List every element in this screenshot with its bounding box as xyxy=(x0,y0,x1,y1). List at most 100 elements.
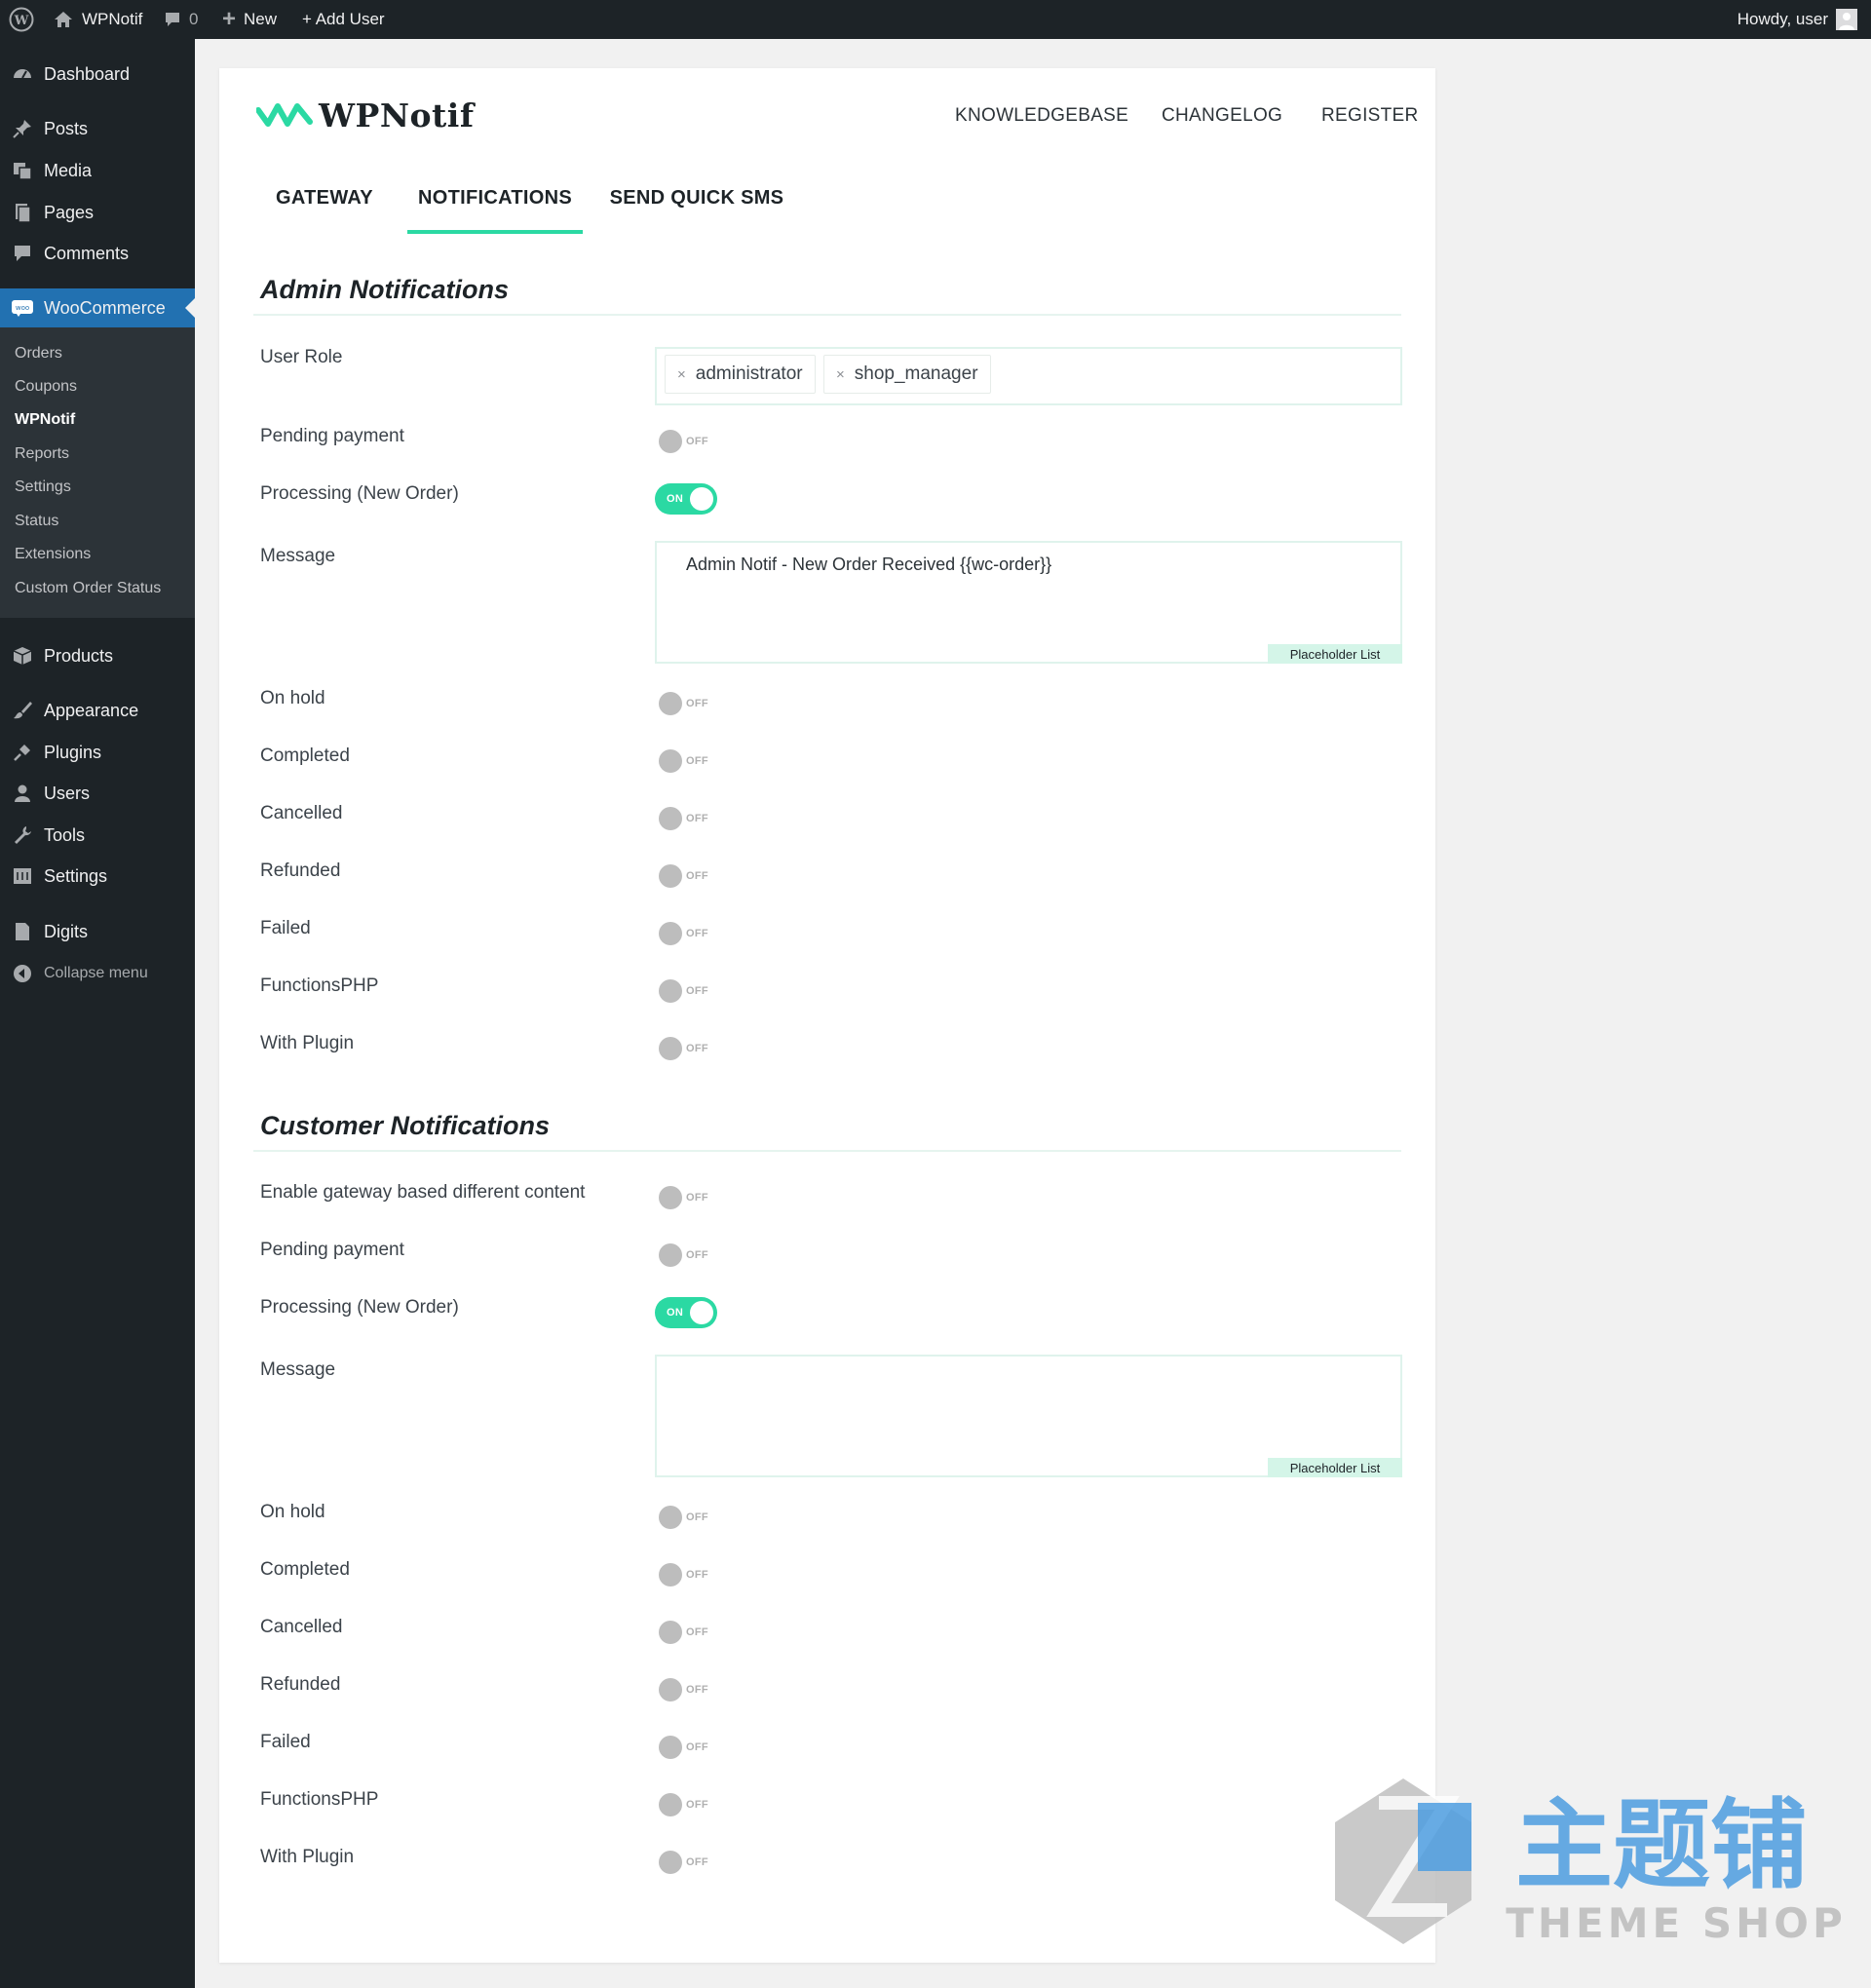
menu-plugins[interactable]: Plugins xyxy=(0,733,195,772)
site-name-link[interactable]: WPNotif xyxy=(53,0,142,39)
collapse-icon xyxy=(11,962,34,985)
admin-processing-label: Processing (New Order) xyxy=(260,483,459,504)
tab-gateway[interactable]: GATEWAY xyxy=(271,187,378,234)
submenu-status[interactable]: Status xyxy=(15,513,58,530)
my-account-link[interactable]: Howdy, user xyxy=(1737,0,1857,39)
theme-shop-watermark: 主题铺 THEME SHOP xyxy=(1325,1764,1843,1959)
submenu-extensions[interactable]: Extensions xyxy=(15,546,91,563)
remove-role-icon[interactable]: × xyxy=(677,366,686,383)
customer-gateway-content-toggle[interactable]: OFF xyxy=(655,1182,719,1213)
toggle-state: OFF xyxy=(686,1741,708,1753)
customer-processing-label: Processing (New Order) xyxy=(260,1297,459,1318)
comments-link[interactable]: 0 xyxy=(164,0,198,39)
toggle-knob xyxy=(659,979,682,1003)
customer-failed-toggle[interactable]: OFF xyxy=(655,1732,719,1763)
submenu-custom-order-status[interactable]: Custom Order Status xyxy=(15,580,161,597)
menu-comments[interactable]: Comments xyxy=(0,234,195,273)
menu-users[interactable]: Users xyxy=(0,774,195,813)
watermark-cn-text: 主题铺 xyxy=(1515,1788,1808,1902)
customer-pending-payment-label: Pending payment xyxy=(260,1240,404,1260)
customer-refunded-toggle[interactable]: OFF xyxy=(655,1674,719,1705)
placeholder-list-button[interactable]: Placeholder List xyxy=(1268,1458,1402,1477)
wordpress-logo-icon[interactable]: W xyxy=(8,0,35,39)
svg-text:woo: woo xyxy=(16,304,29,312)
customer-functionsphp-label: FunctionsPHP xyxy=(260,1789,379,1810)
menu-products[interactable]: Products xyxy=(0,636,195,675)
admin-menu: Dashboard Posts Media Pages Comments woo… xyxy=(0,39,195,1988)
plug-icon xyxy=(11,741,34,764)
submenu-reports[interactable]: Reports xyxy=(15,445,69,463)
placeholder-list-button[interactable]: Placeholder List xyxy=(1268,644,1402,664)
comments-count: 0 xyxy=(189,10,199,28)
admin-refunded-toggle[interactable]: OFF xyxy=(655,860,719,892)
customer-functionsphp-toggle[interactable]: OFF xyxy=(655,1789,719,1820)
toggle-state: OFF xyxy=(686,698,708,709)
toggle-knob xyxy=(690,487,713,511)
customer-failed-label: Failed xyxy=(260,1732,311,1752)
settings-icon xyxy=(11,864,34,888)
admin-failed-label: Failed xyxy=(260,918,311,938)
menu-settings[interactable]: Settings xyxy=(0,857,195,896)
pages-icon xyxy=(11,201,34,224)
admin-failed-toggle[interactable]: OFF xyxy=(655,918,719,949)
menu-digits[interactable]: Digits xyxy=(0,912,195,951)
toggle-knob xyxy=(659,1563,682,1587)
remove-role-icon[interactable]: × xyxy=(836,366,845,383)
admin-pending-payment-toggle[interactable]: OFF xyxy=(655,426,719,457)
knowledgebase-link[interactable]: KNOWLEDGEBASE xyxy=(955,105,1128,127)
admin-bar: W WPNotif 0 + New + Add User Howdy, user xyxy=(0,0,1871,39)
admin-processing-toggle[interactable]: ON xyxy=(655,483,717,515)
menu-tools[interactable]: Tools xyxy=(0,816,195,855)
admin-cancelled-toggle[interactable]: OFF xyxy=(655,803,719,834)
menu-posts[interactable]: Posts xyxy=(0,109,195,148)
changelog-link[interactable]: CHANGELOG xyxy=(1162,105,1282,127)
customer-on-hold-label: On hold xyxy=(260,1502,325,1522)
toggle-state: OFF xyxy=(686,1684,708,1696)
collapse-menu-button[interactable]: Collapse menu xyxy=(0,954,195,993)
admin-pending-payment-label: Pending payment xyxy=(260,426,404,446)
admin-cancelled-label: Cancelled xyxy=(260,803,343,823)
menu-appearance[interactable]: Appearance xyxy=(0,691,195,730)
admin-completed-toggle[interactable]: OFF xyxy=(655,746,719,777)
toggle-knob xyxy=(659,692,682,715)
role-tag-shop-manager: × shop_manager xyxy=(823,355,991,394)
admin-with-plugin-toggle[interactable]: OFF xyxy=(655,1033,719,1064)
submenu-orders[interactable]: Orders xyxy=(15,345,62,363)
new-content-link[interactable]: + New xyxy=(222,0,277,39)
menu-pages[interactable]: Pages xyxy=(0,193,195,232)
customer-pending-payment-toggle[interactable]: OFF xyxy=(655,1240,719,1271)
admin-message-value: Admin Notif - New Order Received {{wc-or… xyxy=(686,554,1052,574)
customer-on-hold-toggle[interactable]: OFF xyxy=(655,1502,719,1533)
customer-gateway-content-label: Enable gateway based different content xyxy=(260,1182,586,1203)
toggle-knob xyxy=(659,1243,682,1267)
menu-dashboard[interactable]: Dashboard xyxy=(0,55,195,94)
customer-cancelled-toggle[interactable]: OFF xyxy=(655,1617,719,1648)
admin-functionsphp-toggle[interactable]: OFF xyxy=(655,975,719,1007)
menu-woocommerce[interactable]: woo WooCommerce xyxy=(0,288,195,327)
customer-completed-toggle[interactable]: OFF xyxy=(655,1559,719,1590)
admin-on-hold-toggle[interactable]: OFF xyxy=(655,688,719,719)
admin-message-textarea[interactable]: Admin Notif - New Order Received {{wc-or… xyxy=(655,541,1402,664)
register-link[interactable]: REGISTER xyxy=(1321,105,1419,127)
customer-with-plugin-toggle[interactable]: OFF xyxy=(655,1847,719,1878)
site-name: WPNotif xyxy=(82,10,143,28)
admin-message-label: Message xyxy=(260,546,336,566)
customer-notifications-title: Customer Notifications xyxy=(260,1111,551,1140)
settings-card: WPNotif KNOWLEDGEBASE CHANGELOG REGISTER… xyxy=(219,68,1435,1963)
wrench-icon xyxy=(11,823,34,847)
tab-notifications[interactable]: NOTIFICATIONS xyxy=(407,187,583,234)
toggle-state: OFF xyxy=(686,1192,708,1204)
toggle-state: OFF xyxy=(686,1799,708,1811)
submenu-wpnotif[interactable]: WPNotif xyxy=(15,411,75,429)
tab-send-quick-sms[interactable]: SEND QUICK SMS xyxy=(609,187,784,234)
submenu-settings[interactable]: Settings xyxy=(15,478,71,496)
toggle-state: OFF xyxy=(686,1626,708,1638)
customer-processing-toggle[interactable]: ON xyxy=(655,1297,717,1328)
customer-message-textarea[interactable]: Placeholder List xyxy=(655,1355,1402,1477)
plus-icon: + xyxy=(222,6,237,32)
menu-media[interactable]: Media xyxy=(0,151,195,190)
user-role-select[interactable]: × administrator × shop_manager xyxy=(655,347,1402,405)
box-icon xyxy=(11,644,34,668)
add-user-link[interactable]: + Add User xyxy=(302,0,385,39)
submenu-coupons[interactable]: Coupons xyxy=(15,378,77,396)
